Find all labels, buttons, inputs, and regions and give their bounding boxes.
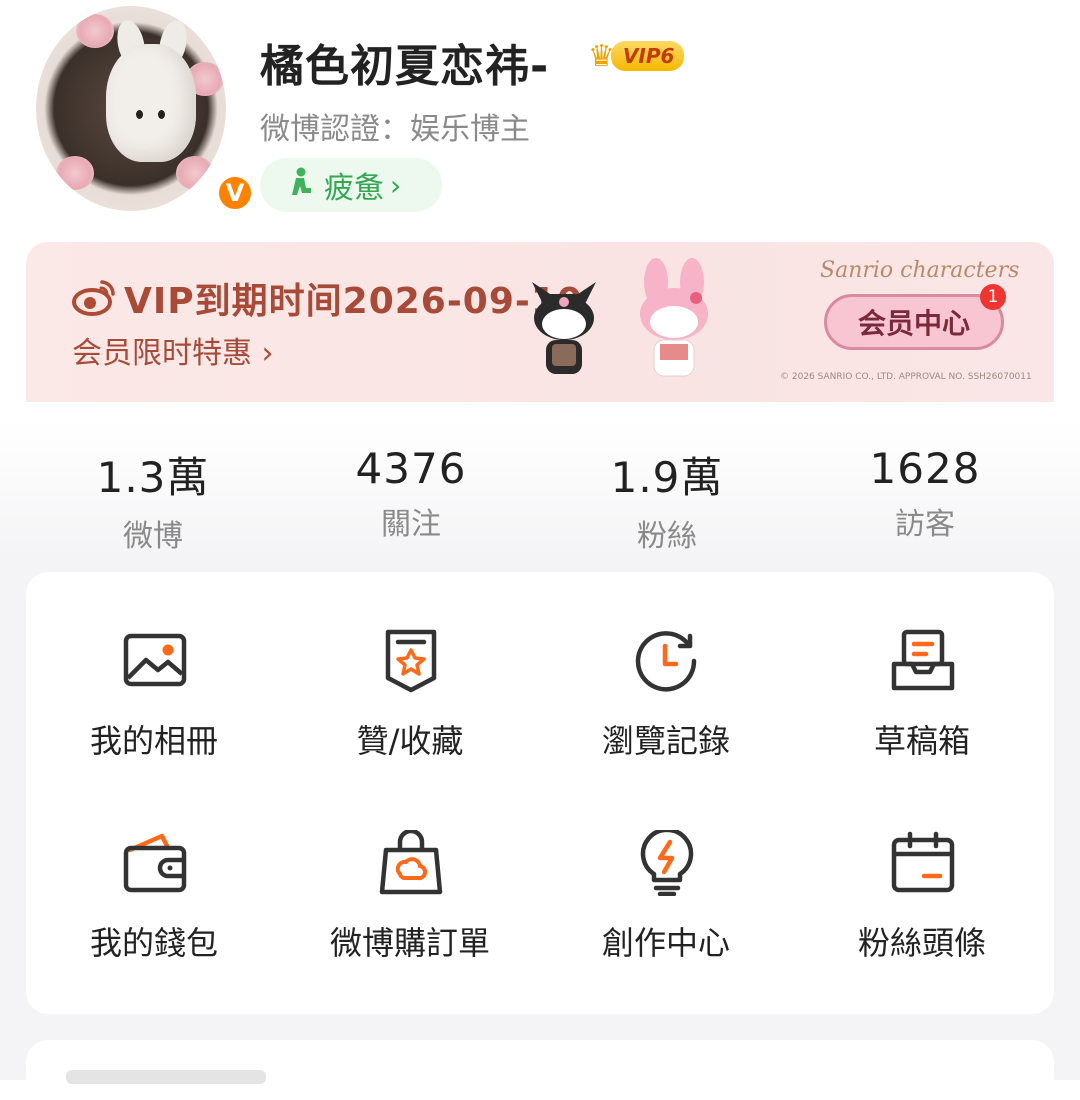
member-center-button[interactable]: 会员中心 [824, 294, 1004, 350]
stat-label: 微博 [123, 519, 183, 554]
grid-label: 草稿箱 [873, 722, 970, 760]
feature-grid: 我的相冊 贊/收藏 瀏覽記錄 草稿箱 我的錢包 微博購訂單 創作中心 粉絲頭條 [26, 572, 1054, 1014]
vip-banner[interactable]: VIP到期时间2026-09-10 会员限时特惠 › Sanrio charac… [26, 242, 1054, 402]
stat-posts[interactable]: 1.3萬 微博 [28, 444, 278, 555]
stat-value: 1628 [869, 444, 981, 493]
stat-label: 粉絲 [637, 519, 697, 554]
grid-item-orders[interactable]: 微博購訂單 [282, 774, 538, 974]
grid-label: 瀏覽記錄 [601, 722, 730, 760]
stat-value: 4376 [355, 444, 467, 493]
grid-label: 微博購訂單 [329, 924, 490, 962]
history-icon [635, 631, 697, 692]
calendar-icon [891, 831, 955, 893]
my-melody-illustration [640, 258, 708, 377]
avatar[interactable]: V [30, 0, 254, 215]
grid-item-creator[interactable]: 創作中心 [538, 774, 794, 974]
copyright-text: © 2026 SANRIO CO., LTD. APPROVAL NO. SSH… [780, 372, 1032, 382]
vip-level: VIP6 [610, 41, 685, 71]
photo-album-icon [123, 633, 187, 687]
status-text: 疲惫 [324, 171, 384, 206]
stat-following[interactable]: 4376 關注 [286, 444, 536, 543]
bunny-eye [136, 110, 143, 119]
kuromi-illustration [532, 282, 596, 374]
lightbulb-icon [640, 830, 694, 896]
stat-label: 關注 [381, 507, 441, 542]
rose-decoration [56, 156, 94, 190]
stat-value: 1.9萬 [610, 453, 724, 502]
grid-label: 我的錢包 [89, 924, 218, 962]
grid-item-fan-headlines[interactable]: 粉絲頭條 [794, 774, 1050, 974]
shopping-bag-icon [379, 830, 443, 895]
bunny-eye [158, 110, 165, 119]
username[interactable]: 橘色初夏恋祎- [260, 30, 549, 94]
stat-value: 1.3萬 [96, 453, 210, 502]
grid-item-drafts[interactable]: 草稿箱 [794, 572, 1050, 772]
sitting-person-icon [286, 167, 312, 204]
stat-label: 訪客 [895, 507, 955, 542]
grid-item-wallet[interactable]: 我的錢包 [26, 774, 282, 974]
grid-label: 我的相冊 [89, 722, 218, 760]
verified-badge-icon: V [216, 174, 254, 212]
notification-badge: 1 [980, 284, 1006, 310]
chevron-right-icon: › [390, 168, 402, 202]
rose-decoration [76, 14, 114, 48]
avatar-image[interactable] [36, 6, 226, 211]
bunny-plush [106, 44, 196, 162]
drafts-icon [891, 629, 955, 691]
grid-label: 粉絲頭條 [857, 924, 986, 962]
rose-decoration [176, 156, 214, 190]
grid-label: 創作中心 [601, 924, 730, 962]
status-button[interactable]: 疲惫 › [260, 158, 442, 212]
sanrio-brand: Sanrio characters [820, 258, 1020, 283]
certification-text: 微博認證：娱乐博主 [260, 112, 530, 147]
section-title-placeholder [66, 1070, 266, 1084]
weibo-logo-icon [72, 278, 116, 325]
grid-item-album[interactable]: 我的相冊 [26, 572, 282, 772]
next-section-card [26, 1040, 1054, 1100]
like-favorite-icon [385, 629, 437, 693]
stat-followers[interactable]: 1.9萬 粉絲 [542, 444, 792, 555]
grid-item-history[interactable]: 瀏覽記錄 [538, 572, 794, 772]
stat-visitors[interactable]: 1628 訪客 [800, 444, 1050, 543]
grid-label: 贊/收藏 [356, 722, 464, 760]
vip-badge[interactable]: ♛ VIP6 [588, 36, 685, 76]
vip-expiry-title: VIP到期时间2026-09-10 [124, 281, 583, 322]
wallet-icon [123, 833, 187, 893]
member-offer-link[interactable]: 会员限时特惠 › [72, 328, 274, 372]
grid-item-likes[interactable]: 贊/收藏 [282, 572, 538, 772]
